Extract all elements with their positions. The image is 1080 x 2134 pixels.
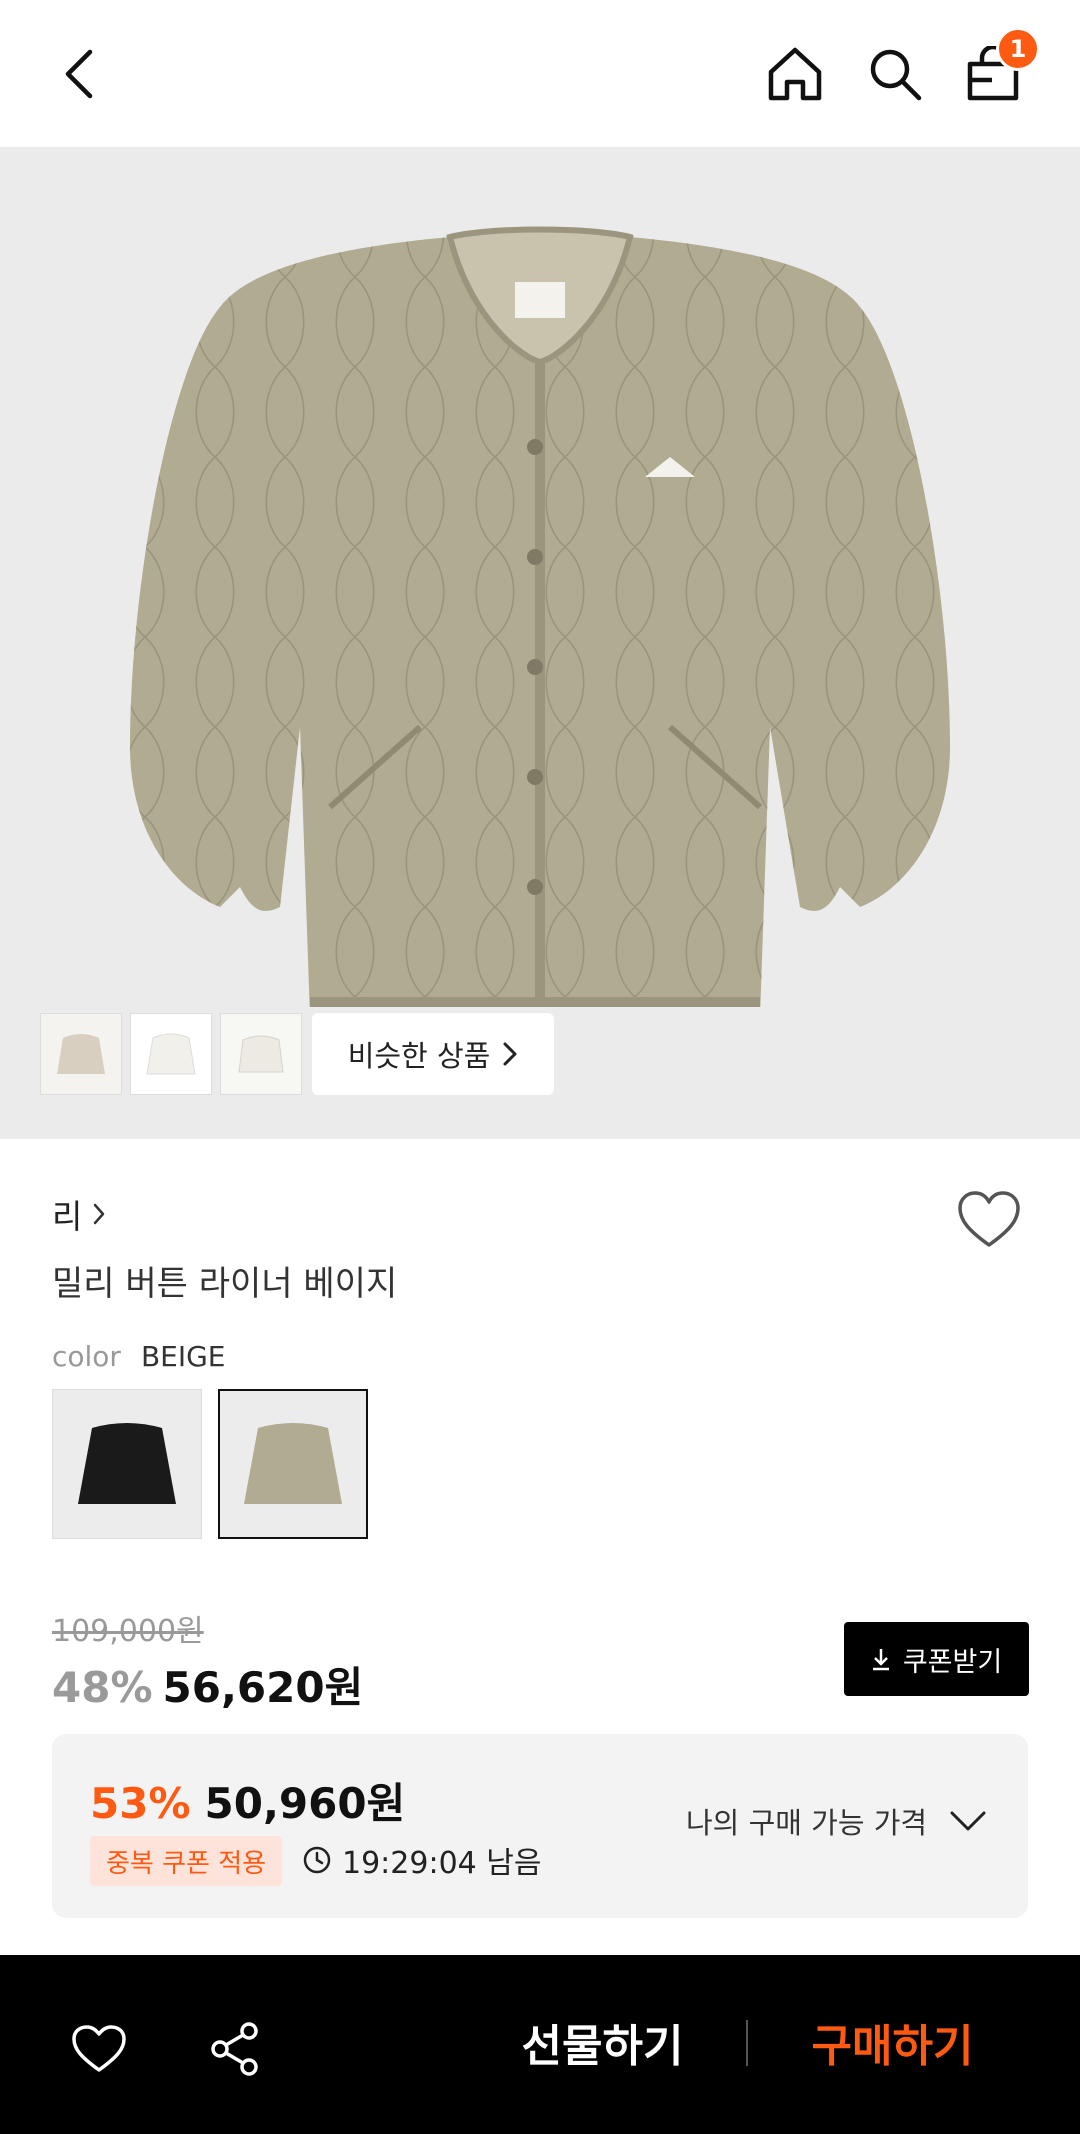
color-swatch-beige[interactable] (218, 1389, 368, 1539)
get-coupon-button[interactable]: 쿠폰받기 (844, 1622, 1029, 1696)
swatch-image (78, 1423, 176, 1504)
discount-rate: 48% (52, 1663, 153, 1712)
best-price-row: 53% 50,960원 (90, 1770, 405, 1831)
bottom-wishlist-button[interactable] (64, 2017, 134, 2081)
thumbnail-image (146, 1033, 196, 1075)
cart-count-badge: 1 (996, 27, 1040, 71)
chevron-right-icon (503, 1042, 517, 1066)
my-purchase-price-label: 나의 구매 가능 가격 (686, 1806, 928, 1840)
color-swatches (52, 1389, 368, 1539)
thumbnail-image (238, 1035, 284, 1073)
similar-products-label: 비슷한 상품 (347, 1039, 491, 1073)
brand-link[interactable]: 리 (52, 1190, 106, 1238)
duplicate-coupon-tag: 중복 쿠폰 적용 (90, 1836, 283, 1886)
chevron-left-icon (65, 49, 93, 99)
similar-products-button[interactable]: 비슷한 상품 (312, 1013, 554, 1095)
color-swatch-black[interactable] (52, 1389, 202, 1539)
home-icon (768, 47, 822, 101)
buy-button[interactable]: 구매하기 (790, 2007, 995, 2077)
color-label: color (52, 1340, 121, 1373)
gift-button[interactable]: 선물하기 (500, 2007, 705, 2077)
download-icon (872, 1649, 889, 1671)
swatch-image (244, 1423, 342, 1504)
thumbnail-2[interactable] (130, 1013, 212, 1095)
thumbnail-strip: 비슷한 상품 (40, 1013, 554, 1095)
heart-icon (72, 2025, 126, 2072)
countdown-timer: 19:29:04 남음 (302, 1838, 541, 1882)
chevron-right-icon (94, 1203, 105, 1225)
my-purchase-price-toggle[interactable]: 나의 구매 가능 가격 (686, 1800, 987, 1842)
best-discount-rate: 53% (90, 1779, 191, 1828)
share-button[interactable] (200, 2017, 270, 2081)
search-icon (870, 49, 922, 101)
best-price-box[interactable]: 53% 50,960원 중복 쿠폰 적용 19:29:04 남음 나의 구매 가… (52, 1734, 1028, 1918)
bottom-action-bar: 선물하기 구매하기 (0, 1955, 1080, 2134)
product-image (130, 226, 950, 1007)
heart-icon (958, 1191, 1020, 1247)
search-button[interactable] (859, 38, 931, 110)
thumbnail-1[interactable] (40, 1013, 122, 1095)
home-button[interactable] (759, 38, 831, 110)
color-value: BEIGE (140, 1340, 226, 1373)
product-title: 밀리 버튼 라이너 베이지 (52, 1264, 398, 1304)
back-button[interactable] (44, 38, 116, 110)
product-image-gallery[interactable]: 비슷한 상품 (0, 147, 1080, 1139)
get-coupon-label: 쿠폰받기 (902, 1646, 1003, 1678)
bottom-divider (746, 2020, 748, 2066)
thumbnail-3[interactable] (220, 1013, 302, 1095)
original-price: 109,000원 (52, 1614, 204, 1649)
sale-price: 56,620원 (162, 1663, 364, 1712)
brand-name: 리 (52, 1197, 83, 1236)
wishlist-button[interactable] (956, 1190, 1026, 1256)
clock-icon (303, 1846, 331, 1874)
top-header: 1 (0, 0, 1080, 147)
best-price: 50,960원 (204, 1779, 406, 1828)
share-icon (211, 2022, 258, 2076)
chevron-down-icon (950, 1811, 986, 1831)
countdown-text: 19:29:04 남음 (342, 1846, 542, 1881)
color-row: color BEIGE (52, 1340, 226, 1373)
price-row: 48% 56,620원 (52, 1654, 363, 1715)
thumbnail-image (57, 1034, 105, 1074)
